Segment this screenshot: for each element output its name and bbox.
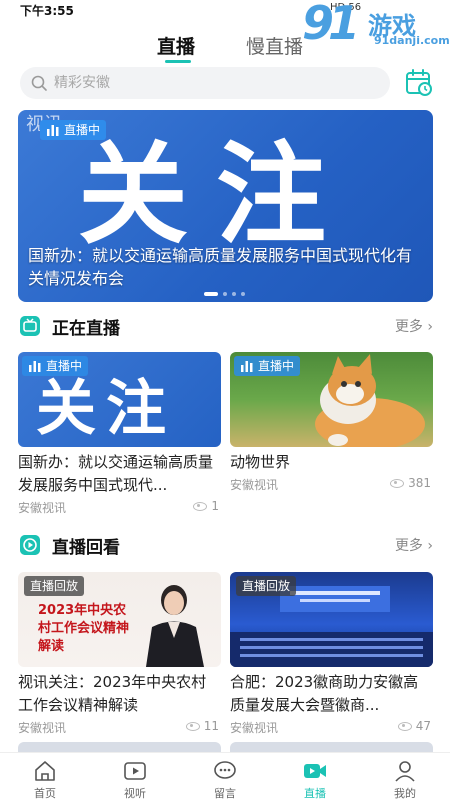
thumbnail-text: 2023年中央农村工作会议精神解读: [38, 603, 130, 654]
view-count: 47: [397, 719, 431, 733]
live-badge: 直播中: [22, 356, 89, 376]
tab-live[interactable]: 直播: [157, 32, 195, 59]
carousel-dot[interactable]: [241, 292, 245, 296]
nav-item-live[interactable]: 直播: [285, 759, 345, 800]
live-bars-icon: [29, 361, 41, 372]
live-camera-icon: [304, 764, 326, 778]
card-meta: 安徽视讯 1: [18, 499, 221, 519]
nav-label: 直播: [304, 787, 326, 800]
home-icon: [35, 761, 55, 781]
banner-carousel[interactable]: 视讯 关注 直播中 国新办：就以交通运输高质量发展服务中国式现代化有关情况发布会: [18, 110, 433, 302]
nav-item-video[interactable]: 视听: [105, 759, 165, 800]
live-badge-label: 直播中: [64, 123, 101, 137]
message-icon: [214, 761, 236, 779]
live-badge: 直播中: [234, 356, 301, 376]
nav-item-home[interactable]: 首页: [15, 759, 75, 800]
banner-headline-word: 关注: [78, 131, 354, 259]
nav-item-message[interactable]: 留言: [195, 759, 255, 800]
tab-active-indicator: [165, 60, 191, 63]
live-badge-label: 直播中: [46, 359, 83, 373]
carousel-dot[interactable]: [232, 292, 236, 296]
speaker-image: [146, 585, 204, 667]
card-title: 国新办：就以交通运输高质量发展服务中国式现代...: [18, 453, 214, 494]
card-source: 安徽视讯: [230, 721, 279, 735]
live-badge: 直播中: [40, 120, 107, 140]
live-card[interactable]: 直播中 动物世界 安徽视讯 381: [230, 352, 433, 496]
live-bars-icon: [241, 361, 253, 372]
nav-label: 留言: [214, 787, 236, 800]
view-count-value: 381: [408, 476, 431, 490]
live-bars-icon: [47, 125, 59, 136]
more-link[interactable]: 更多 ›: [395, 316, 433, 336]
replay-badge: 直播回放: [236, 576, 297, 596]
card-meta: 安徽视讯 381: [230, 476, 433, 496]
card-title: 动物世界: [230, 453, 291, 471]
card-thumbnail: 直播中: [230, 352, 433, 447]
card-thumbnail: 2023年中央农村工作会议精神解读 直播回放: [18, 572, 221, 667]
replay-card[interactable]: 直播回放 合肥：2023徽商助力安徽高质量发展大会暨徽商... 安徽视讯 47: [230, 572, 433, 739]
replay-section-header: 直播回看 更多 ›: [18, 533, 433, 558]
replay-badge: 直播回放: [24, 576, 85, 596]
nav-item-profile[interactable]: 我的: [375, 759, 435, 800]
carousel-dot[interactable]: [204, 292, 218, 296]
replay-icon: [20, 535, 40, 555]
eye-icon: [193, 502, 208, 511]
card-meta: 安徽视讯 47: [230, 719, 433, 739]
card-thumbnail: 直播回放: [230, 572, 433, 667]
section-title: 正在直播: [52, 319, 120, 339]
user-icon: [395, 761, 415, 782]
more-label: 更多: [394, 538, 423, 554]
section-title: 直播回看: [52, 538, 120, 558]
replay-card[interactable]: 2023年中央农村工作会议精神解读 直播回放 视讯关注：2023年中央农村工作会…: [18, 572, 221, 739]
search-bar[interactable]: [20, 67, 390, 99]
nav-label: 我的: [394, 787, 416, 800]
view-count-value: 11: [203, 719, 219, 733]
eye-icon: [390, 479, 405, 488]
live-section-header: 正在直播 更多 ›: [18, 314, 433, 339]
card-title: 合肥：2023徽商助力安徽高质量发展大会暨徽商...: [230, 673, 419, 714]
view-count: 1: [193, 499, 219, 513]
view-count-value: 47: [415, 719, 431, 733]
search-icon: [31, 75, 47, 91]
top-tabs: 直播 慢直播: [0, 32, 450, 63]
view-count-value: 1: [211, 499, 219, 513]
chevron-right-icon: ›: [427, 538, 433, 554]
live-card[interactable]: 关注 直播中 国新办：就以交通运输高质量发展服务中国式现代... 安徽视讯 1: [18, 352, 221, 519]
bottom-nav: 首页 视听 留言 直播 我的: [0, 752, 450, 800]
tab-slow-live[interactable]: 慢直播: [246, 32, 303, 59]
more-label: 更多: [394, 319, 423, 335]
more-link[interactable]: 更多 ›: [395, 535, 433, 555]
live-badge-label: 直播中: [258, 359, 295, 373]
nav-label: 视听: [124, 787, 146, 800]
chevron-right-icon: ›: [427, 319, 433, 335]
play-icon: [124, 762, 146, 780]
view-count: 381: [390, 476, 431, 490]
eye-icon: [185, 722, 200, 731]
card-title: 视讯关注：2023年中央农村工作会议精神解读: [18, 673, 207, 714]
status-time: 下午3:55: [20, 4, 74, 18]
card-source: 安徽视讯: [18, 501, 67, 515]
eye-icon: [397, 722, 412, 731]
tv-icon: [20, 316, 40, 336]
view-count: 11: [185, 719, 219, 733]
schedule-icon[interactable]: [404, 68, 434, 98]
nav-label: 首页: [34, 787, 56, 800]
card-source: 安徽视讯: [18, 721, 67, 735]
card-source: 安徽视讯: [230, 478, 279, 492]
banner-caption: 国新办：就以交通运输高质量发展服务中国式现代化有关情况发布会: [28, 246, 413, 288]
search-input[interactable]: [54, 67, 374, 99]
card-thumbnail: 关注 直播中: [18, 352, 221, 447]
card-meta: 安徽视讯 11: [18, 719, 221, 739]
carousel-dot[interactable]: [223, 292, 227, 296]
